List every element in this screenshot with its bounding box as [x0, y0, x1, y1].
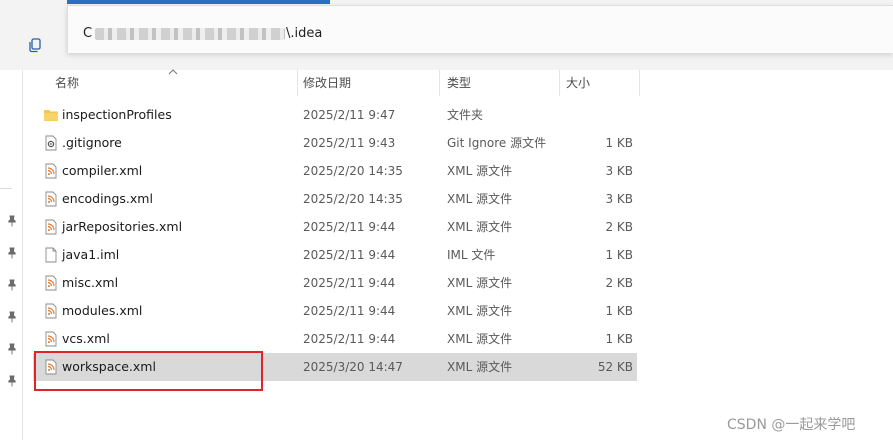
file-modified: 2025/2/11 9:44 — [303, 276, 396, 290]
xml-file-icon — [45, 163, 57, 179]
file-size: 3 KB — [605, 164, 633, 178]
xml-file-icon — [45, 191, 57, 207]
file-row[interactable]: inspectionProfiles 2025/2/11 9:47 文件夹 — [33, 101, 637, 129]
column-header-type[interactable]: 类型 — [447, 70, 471, 96]
file-row[interactable]: misc.xml 2025/2/11 9:44 XML 源文件 2 KB — [33, 269, 637, 297]
address-selection-highlight — [67, 0, 330, 4]
blank-file-icon — [45, 247, 57, 263]
column-header-row: 名称 修改日期 类型 大小 — [23, 69, 893, 96]
pin-icon[interactable] — [6, 311, 18, 323]
file-modified: 2025/2/11 9:44 — [303, 220, 396, 234]
file-row[interactable]: encodings.xml 2025/2/20 14:35 XML 源文件 3 … — [33, 185, 637, 213]
copy-path-icon[interactable] — [27, 37, 43, 53]
file-row[interactable]: jarRepositories.xml 2025/2/11 9:44 XML 源… — [33, 213, 637, 241]
file-size: 1 KB — [605, 304, 633, 318]
file-name: vcs.xml — [62, 331, 110, 346]
file-size: 1 KB — [605, 248, 633, 262]
address-path-redacted — [95, 28, 285, 40]
file-modified: 2025/2/11 9:44 — [303, 248, 396, 262]
file-size: 52 KB — [597, 360, 633, 374]
file-name: inspectionProfiles — [62, 107, 172, 122]
file-name: misc.xml — [62, 275, 119, 290]
xml-file-icon — [45, 275, 57, 291]
file-size: 2 KB — [605, 220, 633, 234]
annotation-highlight-box — [34, 351, 263, 391]
file-name: compiler.xml — [62, 163, 143, 178]
column-divider[interactable] — [297, 70, 298, 96]
column-header-modified[interactable]: 修改日期 — [303, 70, 351, 96]
column-header-name[interactable]: 名称 — [55, 70, 79, 96]
file-type: Git Ignore 源文件 — [447, 136, 547, 150]
column-divider[interactable] — [439, 70, 440, 96]
sort-ascending-icon — [168, 69, 178, 75]
file-modified: 2025/2/11 9:47 — [303, 108, 396, 122]
pin-icon[interactable] — [6, 375, 18, 387]
file-type: XML 源文件 — [447, 164, 513, 178]
file-type: XML 源文件 — [447, 332, 513, 346]
file-modified: 2025/2/11 9:44 — [303, 332, 396, 346]
navigation-pane — [0, 70, 23, 440]
address-path-prefix: C — [83, 26, 93, 41]
file-type: IML 文件 — [447, 248, 496, 262]
folder-icon — [44, 110, 58, 121]
pin-icon[interactable] — [6, 247, 18, 259]
file-type: XML 源文件 — [447, 304, 513, 318]
file-size: 3 KB — [605, 192, 633, 206]
file-modified: 2025/2/20 14:35 — [303, 164, 403, 178]
xml-file-icon — [45, 303, 57, 319]
file-row[interactable]: .gitignore 2025/2/11 9:43 Git Ignore 源文件… — [33, 129, 637, 157]
file-name: encodings.xml — [62, 191, 153, 206]
xml-file-icon — [45, 219, 57, 235]
column-header-size[interactable]: 大小 — [566, 70, 590, 96]
file-modified: 2025/2/20 14:35 — [303, 192, 403, 206]
file-type: 文件夹 — [447, 108, 484, 122]
file-type: XML 源文件 — [447, 192, 513, 206]
pin-icon[interactable] — [6, 343, 18, 355]
file-size: 2 KB — [605, 276, 633, 290]
column-divider[interactable] — [639, 70, 640, 96]
file-name: java1.iml — [62, 247, 120, 262]
column-divider[interactable] — [559, 70, 560, 96]
xml-file-icon — [45, 331, 57, 347]
file-size: 1 KB — [605, 136, 633, 150]
file-modified: 2025/3/20 14:47 — [303, 360, 403, 374]
file-row[interactable]: vcs.xml 2025/2/11 9:44 XML 源文件 1 KB — [33, 325, 637, 353]
file-row[interactable]: compiler.xml 2025/2/20 14:35 XML 源文件 3 K… — [33, 157, 637, 185]
nav-divider — [0, 188, 12, 189]
pin-icon[interactable] — [6, 279, 18, 291]
pin-icon[interactable] — [6, 215, 18, 227]
gear-file-icon — [45, 135, 57, 151]
address-path-tail: \.idea — [286, 26, 323, 41]
file-name: .gitignore — [62, 135, 122, 150]
file-modified: 2025/2/11 9:44 — [303, 304, 396, 318]
file-name: modules.xml — [62, 303, 143, 318]
file-type: XML 源文件 — [447, 360, 513, 374]
address-bar[interactable]: C \.idea — [67, 5, 893, 53]
file-type: XML 源文件 — [447, 220, 513, 234]
file-row[interactable]: modules.xml 2025/2/11 9:44 XML 源文件 1 KB — [33, 297, 637, 325]
watermark: CSDN @一起来学吧 — [727, 417, 856, 433]
file-size: 1 KB — [605, 332, 633, 346]
file-modified: 2025/2/11 9:43 — [303, 136, 396, 150]
toolbar-area: C \.idea — [0, 0, 893, 70]
file-type: XML 源文件 — [447, 276, 513, 290]
file-name: jarRepositories.xml — [62, 219, 183, 234]
file-row[interactable]: java1.iml 2025/2/11 9:44 IML 文件 1 KB — [33, 241, 637, 269]
